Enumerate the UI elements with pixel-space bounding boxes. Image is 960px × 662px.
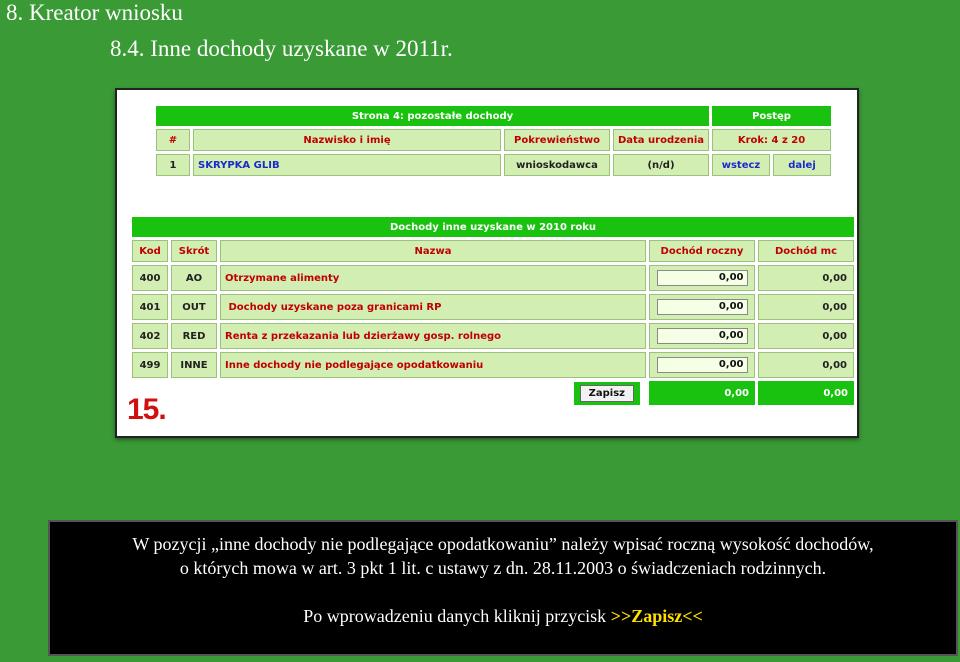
total-annual: 0,00 [649,381,755,405]
row-code: 402 [132,323,168,349]
table-row: 400 AO Otrzymane alimenty 0,00 0,00 [132,265,854,291]
instruction-line-2: o których mowa w art. 3 pkt 1 lit. c ust… [179,558,827,578]
next-link-cell: dalej [773,154,831,176]
annual-income-input[interactable]: 0,00 [656,328,748,344]
col-description: Nazwa [220,240,646,262]
back-link[interactable]: wstecz [722,160,761,171]
next-link[interactable]: dalej [788,160,816,171]
row-monthly: 0,00 [758,323,854,349]
save-button-wrap: Zapisz [573,381,640,405]
row-description: Inne dochody nie podlegające opodatkowan… [220,352,646,378]
row-short: INNE [171,352,217,378]
save-button[interactable]: Zapisz [579,384,634,402]
instruction-highlight: >>Zapisz<< [610,606,703,626]
progress-header: Postęp [712,106,831,126]
step-number-label: 15. [127,393,167,426]
instruction-line-3: Po wprowadzeniu danych kliknij przycisk … [50,604,956,628]
row-description: Renta z przekazania lub dzierżawy gosp. … [220,323,646,349]
row-code: 400 [132,265,168,291]
row-short: AO [171,265,217,291]
row-annual-cell: 0,00 [649,352,755,378]
col-monthly-income: Dochód mc [758,240,854,262]
annual-income-input[interactable]: 0,00 [656,299,748,315]
col-birthdate: Data urodzenia [613,129,709,151]
annual-income-input[interactable]: 0,00 [656,357,748,373]
row-short: RED [171,323,217,349]
row-short: OUT [171,294,217,320]
col-annual-income: Dochód roczny [649,240,755,262]
instruction-box: W pozycji „inne dochody nie podlegające … [48,520,958,656]
col-name: Nazwisko i imię [193,129,501,151]
row-number: 1 [156,154,190,176]
table-row: 401 OUT Dochody uzyskane poza granicami … [132,294,854,320]
step-indicator: Krok: 4 z 20 [712,129,831,151]
row-annual-cell: 0,00 [649,323,755,349]
row-monthly: 0,00 [758,352,854,378]
page-header: Strona 4: pozostałe dochody [156,106,709,126]
col-short: Skrót [171,240,217,262]
back-link-cell: wstecz [712,154,770,176]
save-cell: Zapisz [132,381,646,405]
col-relation: Pokrewieństwo [504,129,610,151]
person-table: Strona 4: pozostałe dochody Postęp # Naz… [153,103,834,179]
instruction-prefix: Po wprowadzeniu danych kliknij przycisk [303,606,611,626]
col-number: # [156,129,190,151]
income-header: Dochody inne uzyskane w 2010 roku [132,217,854,237]
income-table: Dochody inne uzyskane w 2010 roku Kod Sk… [129,214,857,408]
col-code: Kod [132,240,168,262]
instruction-line-1: W pozycji „inne dochody nie podlegające … [132,534,874,554]
application-screenshot: Strona 4: pozostałe dochody Postęp # Naz… [115,88,859,438]
row-monthly: 0,00 [758,265,854,291]
total-monthly: 0,00 [758,381,854,405]
row-code: 499 [132,352,168,378]
row-annual-cell: 0,00 [649,265,755,291]
table-row: 499 INNE Inne dochody nie podlegające op… [132,352,854,378]
slide-title: 8. Kreator wniosku [6,0,183,25]
person-name: SKRYPKA GLIB [193,154,501,176]
slide-subtitle: 8.4. Inne dochody uzyskane w 2011r. [110,36,453,61]
row-code: 401 [132,294,168,320]
annual-income-input[interactable]: 0,00 [656,270,748,286]
person-birthdate: (n/d) [613,154,709,176]
person-relation: wnioskodawca [504,154,610,176]
row-description: Dochody uzyskane poza granicami RP [220,294,646,320]
row-description: Otrzymane alimenty [220,265,646,291]
row-monthly: 0,00 [758,294,854,320]
row-annual-cell: 0,00 [649,294,755,320]
table-row: 402 RED Renta z przekazania lub dzierżaw… [132,323,854,349]
